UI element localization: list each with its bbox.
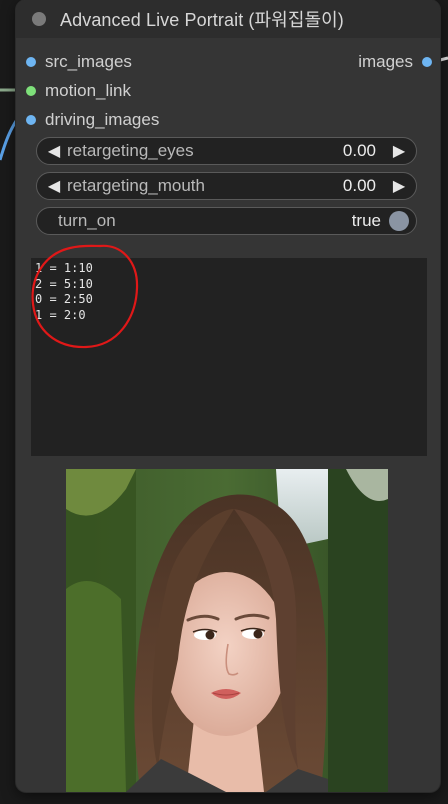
command-line: 0 = 2:50	[35, 292, 93, 306]
widget-value[interactable]: 0.00	[343, 176, 376, 196]
increment-arrow-icon[interactable]: ▶	[388, 176, 410, 196]
input-label-driving-images: driving_images	[45, 110, 160, 129]
command-line: 1 = 1:10	[35, 261, 93, 275]
output-image-preview[interactable]	[66, 469, 388, 792]
retargeting-mouth-widget[interactable]: ◀ retargeting_mouth 0.00 ▶	[36, 172, 417, 200]
widget-label: turn_on	[58, 211, 116, 230]
widget-value[interactable]: 0.00	[343, 141, 376, 161]
toggle-value: true	[351, 211, 381, 230]
input-slot-motion-link[interactable]: motion_link	[26, 81, 131, 101]
node-graph-canvas[interactable]: Advanced Live Portrait (파워집돌이) src_image…	[0, 0, 448, 804]
input-slot-src-images[interactable]: src_images	[26, 52, 132, 72]
output-dot-icon[interactable]	[422, 57, 432, 67]
retargeting-eyes-widget[interactable]: ◀ retargeting_eyes 0.00 ▶	[36, 137, 417, 165]
input-dot-icon[interactable]	[26, 115, 36, 125]
input-dot-icon[interactable]	[26, 57, 36, 67]
node-title: Advanced Live Portrait (파워집돌이)	[60, 10, 344, 30]
input-dot-icon[interactable]	[26, 86, 36, 96]
input-label-src-images: src_images	[45, 52, 132, 71]
output-label-images: images	[358, 52, 413, 71]
command-textarea[interactable]: 1 = 1:10 2 = 5:10 0 = 2:50 1 = 2:0	[31, 258, 427, 456]
decrement-arrow-icon[interactable]: ◀	[43, 141, 65, 161]
command-line: 2 = 5:10	[35, 276, 93, 291]
increment-arrow-icon[interactable]: ▶	[388, 141, 410, 161]
command-line: 1 = 2:0	[35, 307, 86, 322]
input-slot-driving-images[interactable]: driving_images	[26, 110, 159, 130]
turn-on-toggle-widget[interactable]: turn_on true	[36, 207, 417, 235]
collapse-toggle-icon[interactable]	[32, 12, 46, 26]
decrement-arrow-icon[interactable]: ◀	[43, 176, 65, 196]
widget-label: retargeting_mouth	[67, 176, 205, 195]
input-label-motion-link: motion_link	[45, 81, 131, 100]
node-title-bar[interactable]: Advanced Live Portrait (파워집돌이)	[16, 0, 440, 38]
toggle-knob-icon[interactable]	[389, 211, 409, 231]
output-slot-images[interactable]: images	[358, 52, 432, 72]
portrait-preview-image	[66, 469, 388, 792]
output-link-wire	[439, 56, 448, 62]
widget-label: retargeting_eyes	[67, 141, 194, 160]
advanced-live-portrait-node[interactable]: Advanced Live Portrait (파워집돌이) src_image…	[16, 0, 440, 792]
